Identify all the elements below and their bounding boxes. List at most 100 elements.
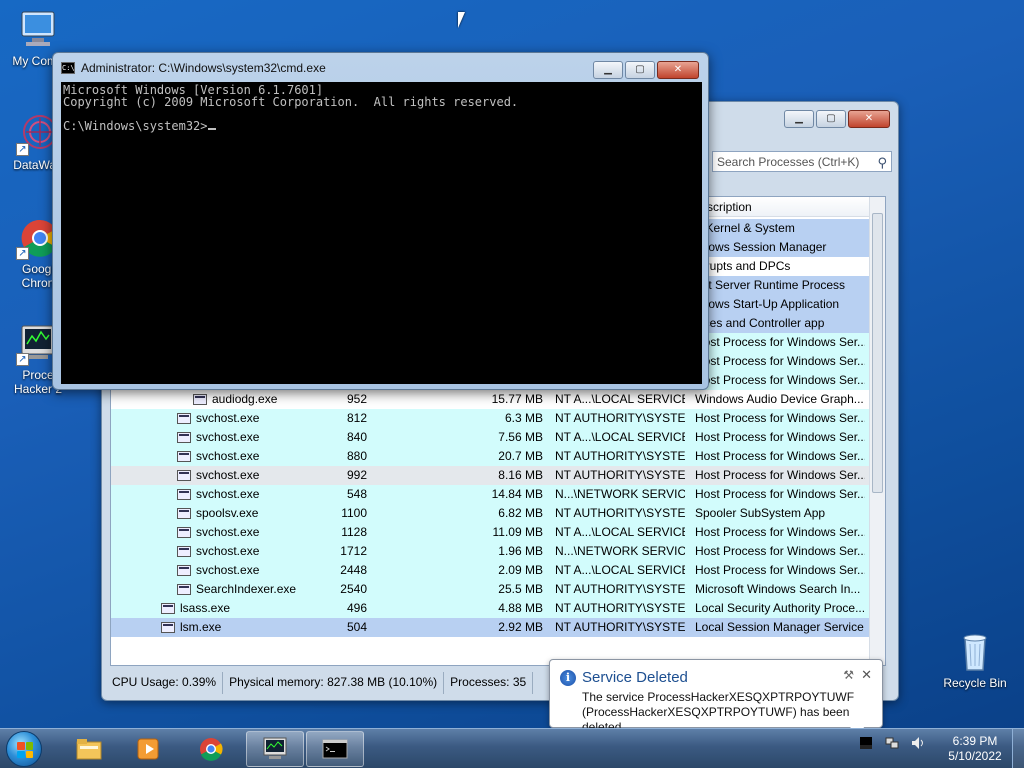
process-description: Host Process for Windows Ser... bbox=[695, 335, 865, 349]
process-user-name: NT AUTHORITY\SYSTEM bbox=[555, 411, 685, 425]
taskbar-clock[interactable]: 6:39 PM 5/10/2022 bbox=[940, 734, 1010, 764]
process-icon bbox=[177, 527, 191, 538]
table-row[interactable]: svchost.exe 812 6.3 MB NT AUTHORITY\SYSTEM H… bbox=[111, 409, 871, 428]
process-private-bytes: 1.96 MB bbox=[498, 544, 543, 558]
physical-memory-status: Physical memory: 827.38 MB (10.10%) bbox=[223, 672, 445, 694]
table-row[interactable]: svchost.exe 1712 1.96 MB N...\NETWORK SERVI… bbox=[111, 542, 871, 561]
table-row[interactable]: svchost.exe 2448 2.09 MB NT A...\LOCAL SERV… bbox=[111, 561, 871, 580]
start-button[interactable] bbox=[6, 731, 42, 767]
close-button[interactable]: ✕ bbox=[848, 110, 890, 128]
process-name-cell: SearchIndexer.exe bbox=[111, 580, 331, 599]
minimize-button[interactable]: ▁ bbox=[593, 61, 623, 79]
cmd-icon bbox=[322, 739, 348, 759]
clock-time: 6:39 PM bbox=[952, 734, 998, 748]
table-row[interactable]: SearchIndexer.exe 2540 25.5 MB NT AUTHORITY… bbox=[111, 580, 871, 599]
close-button[interactable]: ✕ bbox=[657, 61, 699, 79]
process-name: spoolsv.exe bbox=[196, 506, 259, 520]
process-pid: 2448 bbox=[340, 563, 367, 577]
process-description: Windows Audio Device Graph... bbox=[695, 392, 864, 406]
system-tray bbox=[858, 735, 926, 751]
process-user-name: NT A...\LOCAL SERVICE bbox=[555, 563, 685, 577]
process-pid: 1128 bbox=[341, 525, 367, 539]
console-prompt: C:\Windows\system32> bbox=[63, 119, 208, 133]
network-icon[interactable] bbox=[884, 735, 900, 751]
process-private-bytes: 20.7 MB bbox=[498, 449, 543, 463]
taskbar-media-player[interactable] bbox=[120, 731, 178, 767]
process-name: lsm.exe bbox=[180, 620, 222, 634]
process-name: svchost.exe bbox=[196, 430, 260, 444]
process-private-bytes: 15.77 MB bbox=[491, 392, 543, 406]
close-icon[interactable]: ✕ bbox=[861, 667, 872, 683]
table-row[interactable]: svchost.exe 548 14.84 MB N...\NETWORK SERVI… bbox=[111, 485, 871, 504]
process-name: svchost.exe bbox=[196, 487, 260, 501]
process-private-bytes: 2.92 MB bbox=[498, 620, 543, 634]
process-hacker-tray-icon[interactable] bbox=[858, 735, 874, 751]
column-description-header[interactable]: scription bbox=[707, 200, 752, 214]
search-icon[interactable]: ⚲ bbox=[877, 155, 887, 171]
chrome-icon bbox=[200, 738, 223, 761]
table-row[interactable]: svchost.exe 880 20.7 MB NT AUTHORITY\SYSTEM… bbox=[111, 447, 871, 466]
process-icon bbox=[177, 413, 191, 424]
table-row[interactable]: svchost.exe 1128 11.09 MB NT A...\LOCAL SER… bbox=[111, 523, 871, 542]
process-icon bbox=[177, 432, 191, 443]
maximize-button[interactable]: ▢ bbox=[625, 61, 655, 79]
console-output[interactable]: Microsoft Windows [Version 6.1.7601] Copy… bbox=[61, 82, 702, 384]
taskbar-process-hacker[interactable] bbox=[246, 731, 304, 767]
pin-icon[interactable]: ⚒ bbox=[843, 668, 854, 682]
process-description: Spooler SubSystem App bbox=[695, 506, 826, 520]
vertical-scrollbar[interactable] bbox=[869, 197, 885, 665]
maximize-button[interactable]: ▢ bbox=[816, 110, 846, 128]
cmd-window[interactable]: C:\ Administrator: C:\Windows\system32\c… bbox=[52, 52, 709, 390]
table-row[interactable]: svchost.exe 992 8.16 MB NT AUTHORITY\SYSTEM… bbox=[111, 466, 871, 485]
process-user-name: NT AUTHORITY\SYSTEM bbox=[555, 620, 685, 634]
process-name: svchost.exe bbox=[196, 468, 260, 482]
process-name: svchost.exe bbox=[196, 449, 260, 463]
process-description: Microsoft Windows Search In... bbox=[695, 582, 861, 596]
search-placeholder: Search Processes (Ctrl+K) bbox=[717, 155, 860, 169]
process-pid: 812 bbox=[346, 411, 367, 425]
process-name-cell: svchost.exe bbox=[111, 523, 331, 542]
cmd-title-bar[interactable]: C:\ Administrator: C:\Windows\system32\c… bbox=[61, 61, 326, 75]
taskbar-file-explorer[interactable] bbox=[60, 731, 118, 767]
process-icon bbox=[177, 565, 191, 576]
cmd-icon: C:\ bbox=[61, 62, 75, 74]
process-pid: 992 bbox=[346, 468, 367, 482]
table-row[interactable]: svchost.exe 840 7.56 MB NT A...\LOCAL SERVI… bbox=[111, 428, 871, 447]
process-description: Host Process for Windows Ser... bbox=[695, 354, 865, 368]
process-name-cell: svchost.exe bbox=[111, 466, 331, 485]
table-row[interactable]: lsm.exe 504 2.92 MB NT AUTHORITY\SYSTEM Loca… bbox=[111, 618, 871, 637]
process-name-cell: lsm.exe bbox=[111, 618, 331, 637]
process-name: svchost.exe bbox=[196, 544, 260, 558]
show-desktop-button[interactable] bbox=[1012, 729, 1024, 768]
process-description: Host Process for Windows Ser... bbox=[695, 468, 865, 482]
taskbar-cmd[interactable] bbox=[306, 731, 364, 767]
process-description: Host Process for Windows Ser... bbox=[695, 563, 865, 577]
process-user-name: NT AUTHORITY\SYSTEM bbox=[555, 582, 685, 596]
process-description: Host Process for Windows Ser... bbox=[695, 373, 865, 387]
console-prompt-line: C:\Windows\system32> bbox=[63, 120, 700, 132]
scrollbar-thumb[interactable] bbox=[872, 213, 883, 493]
taskbar-chrome[interactable] bbox=[182, 731, 240, 767]
process-user-name: NT A...\LOCAL SERVICE bbox=[555, 430, 685, 444]
search-processes-input[interactable]: Search Processes (Ctrl+K) ⚲ bbox=[712, 151, 892, 172]
table-row[interactable]: lsass.exe 496 4.88 MB NT AUTHORITY\SYSTEM Lo… bbox=[111, 599, 871, 618]
process-user-name: NT A...\LOCAL SERVICE bbox=[555, 525, 685, 539]
info-icon: i bbox=[560, 670, 576, 686]
minimize-button[interactable]: ▁ bbox=[784, 110, 814, 128]
table-row[interactable]: spoolsv.exe 1100 6.82 MB NT AUTHORITY\SYSTE… bbox=[111, 504, 871, 523]
process-private-bytes: 8.16 MB bbox=[498, 468, 543, 482]
process-name-cell: svchost.exe bbox=[111, 542, 331, 561]
process-name: svchost.exe bbox=[196, 411, 260, 425]
process-user-name: NT A...\LOCAL SERVICE bbox=[555, 392, 685, 406]
table-row[interactable]: audiodg.exe 952 15.77 MB NT A...\LOCAL SERV… bbox=[111, 390, 871, 409]
volume-icon[interactable] bbox=[910, 735, 926, 751]
process-description: Host Process for Windows Ser... bbox=[695, 411, 865, 425]
process-icon bbox=[161, 622, 175, 633]
process-name-cell: audiodg.exe bbox=[111, 390, 331, 409]
process-name-cell: spoolsv.exe bbox=[111, 504, 331, 523]
process-description: vices and Controller app bbox=[695, 316, 825, 330]
notification-balloon[interactable]: i Service Deleted The service ProcessHac… bbox=[549, 659, 883, 737]
recycle-bin-icon bbox=[953, 630, 997, 674]
windows-logo-icon bbox=[17, 742, 33, 758]
desktop-icon-recycle-bin[interactable]: Recycle Bin bbox=[937, 630, 1013, 690]
